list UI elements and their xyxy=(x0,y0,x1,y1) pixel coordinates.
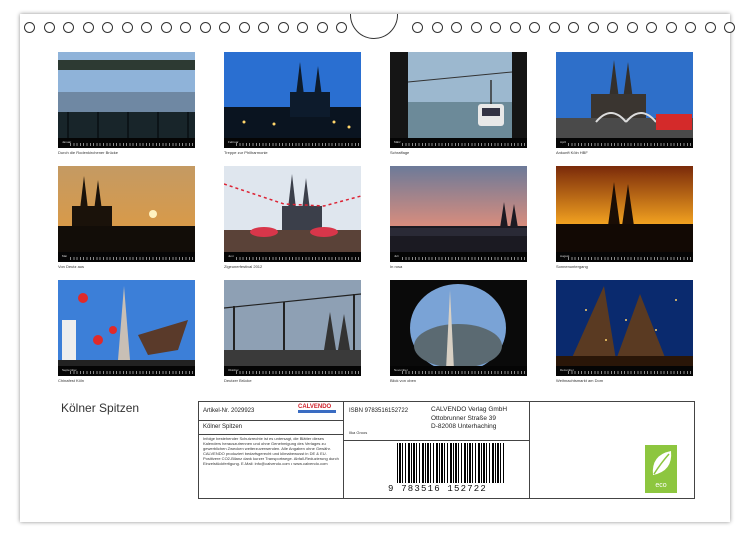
binding-ring xyxy=(666,22,677,33)
binding-ring xyxy=(510,22,521,33)
orange-sunset-photo xyxy=(556,166,693,262)
photo-caption: Chinafest Köln xyxy=(58,378,85,383)
month-label: März xyxy=(394,140,401,144)
photo-april: April xyxy=(556,52,693,148)
photo-caption: Sonnenuntergang xyxy=(556,264,588,269)
photo-caption: In rosa xyxy=(390,264,403,269)
binding-ring xyxy=(724,22,735,33)
binding-ring xyxy=(239,22,250,33)
binding-ring xyxy=(549,22,560,33)
photo-caption: Treppe zur Philharmonie xyxy=(224,150,268,155)
binding-ring xyxy=(568,22,579,33)
photo-february: Februar xyxy=(224,52,361,148)
photo-january: Januar xyxy=(58,52,195,148)
photo-november: November xyxy=(390,280,527,376)
binding-ring xyxy=(471,22,482,33)
eco-label: eco xyxy=(655,482,667,489)
barcode xyxy=(397,443,505,483)
station-photo xyxy=(556,52,693,148)
photo-august: August xyxy=(556,166,693,262)
binding-ring xyxy=(451,22,462,33)
binding-ring xyxy=(317,22,328,33)
binding-ring xyxy=(336,22,347,33)
photo-december: Dezember xyxy=(556,280,693,376)
publisher-line: CALVENDO Verlag GmbH xyxy=(431,406,508,413)
month-label: April xyxy=(560,140,567,144)
article-number: Artikel-Nr. 2029923 xyxy=(203,408,255,414)
photo-caption: Deutzer Brücke xyxy=(224,378,252,383)
binding-ring xyxy=(180,22,191,33)
binding-ring xyxy=(83,22,94,33)
binding-ring xyxy=(258,22,269,33)
binding-ring xyxy=(432,22,443,33)
binding-ring xyxy=(607,22,618,33)
chinafest-photo xyxy=(58,280,195,376)
view-from-above-photo xyxy=(390,280,527,376)
binding-ring xyxy=(219,22,230,33)
publisher-line: Ottobrunner Straße 39 xyxy=(431,414,497,422)
binding-ring xyxy=(529,22,540,33)
legal-text: Infolge bestehender Schutzrechte ist es … xyxy=(203,436,339,466)
binding-ring xyxy=(297,22,308,33)
binding-ring xyxy=(24,22,35,33)
binding-ring xyxy=(63,22,74,33)
binding-ring xyxy=(490,22,501,33)
month-label: Juli xyxy=(394,254,399,258)
photo-caption: Weihnachtsmarkt am Dom xyxy=(556,378,604,383)
photo-october: Oktober xyxy=(224,280,361,376)
month-label: Mai xyxy=(62,254,67,258)
cathedral-night-photo xyxy=(224,52,361,148)
photo-caption: Durch die Rodenkirchener Brücke xyxy=(58,150,119,155)
publisher-address: CALVENDO Verlag GmbH Ottobrunner Straße … xyxy=(431,406,507,432)
pink-skyline-photo xyxy=(390,166,527,262)
calendar-title: Kölner Spitzen xyxy=(61,401,140,415)
isbn: ISBN 9783516152722 xyxy=(349,408,409,414)
festival-photo xyxy=(224,166,361,262)
leaf-icon xyxy=(652,451,672,475)
binding-ring xyxy=(122,22,133,33)
photo-september: September xyxy=(58,280,195,376)
binding-ring xyxy=(685,22,696,33)
binding-ring xyxy=(412,22,423,33)
photo-caption: Von Deutz aus xyxy=(58,264,85,269)
binding-ring xyxy=(141,22,152,33)
binding-ring xyxy=(705,22,716,33)
binding-ring xyxy=(278,22,289,33)
photo-july: Juli xyxy=(390,166,527,262)
cable-car-photo xyxy=(390,52,527,148)
binding-ring xyxy=(627,22,638,33)
publisher-line: D-82008 Unterhaching xyxy=(431,423,497,430)
binding-ring xyxy=(161,22,172,33)
photo-march: März xyxy=(390,52,527,148)
binding-ring xyxy=(588,22,599,33)
eco-badge: eco xyxy=(645,445,677,493)
photo-caption: Zigeunerfestival 2012 xyxy=(224,264,263,269)
info-title: Kölner Spitzen xyxy=(203,424,243,430)
barcode-number: 9 783516 152722 xyxy=(388,484,488,494)
photo-june: Juni xyxy=(224,166,361,262)
deutz-bridge-photo xyxy=(224,280,361,376)
binding-ring xyxy=(44,22,55,33)
photo-caption: Ankunft Köln HBF xyxy=(556,150,588,155)
binding-ring xyxy=(200,22,211,33)
photo-may: Mai xyxy=(58,166,195,262)
photo-caption: Schraffage xyxy=(390,150,410,155)
author: Ilka Groos xyxy=(349,430,368,435)
photo-caption: Blick von oben xyxy=(390,378,417,383)
binding-ring xyxy=(102,22,113,33)
bridge-photo xyxy=(58,52,195,148)
month-label: Juni xyxy=(228,254,234,258)
sunset-photo xyxy=(58,166,195,262)
calvendo-logo-bar xyxy=(298,410,336,413)
christmas-market-photo xyxy=(556,280,693,376)
binding-ring xyxy=(646,22,657,33)
